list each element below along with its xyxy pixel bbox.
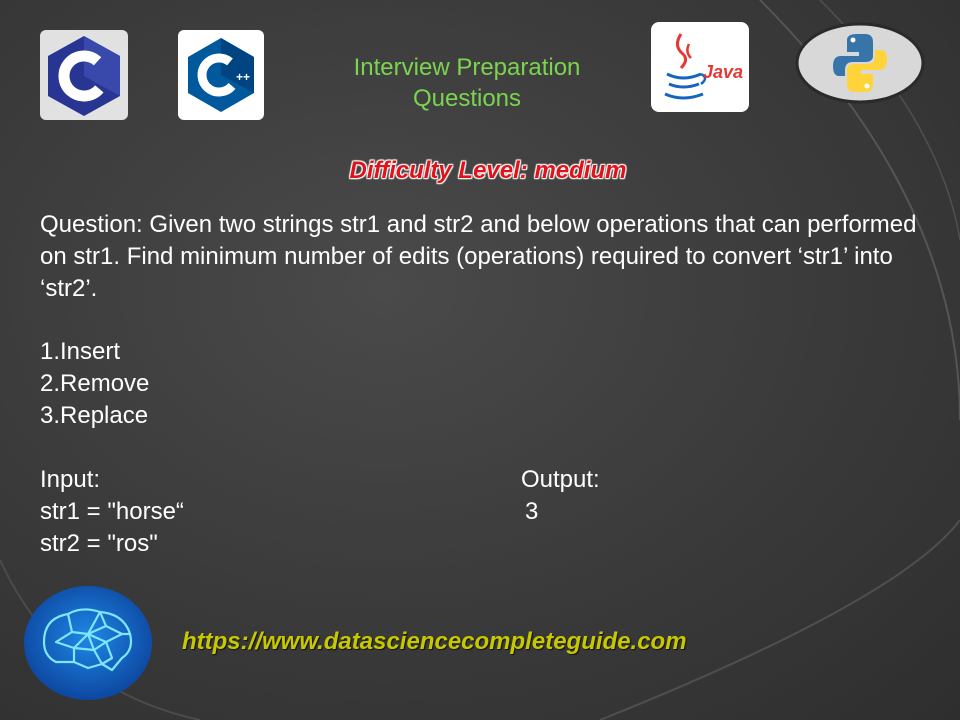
c-language-logo-icon — [40, 30, 128, 120]
difficulty-level: Difficulty Level: medium — [349, 157, 627, 184]
website-link[interactable]: https://www.datasciencecompleteguide.com — [182, 628, 752, 656]
java-logo-icon: Java — [651, 22, 749, 112]
input-str2: str2 = "ros" — [40, 530, 158, 557]
java-logo-text: Java — [703, 62, 743, 82]
operations-list: 1.Insert 2.Remove 3.Replace — [40, 336, 149, 432]
title-line-2: Questions — [412, 85, 522, 112]
slide: ++ Interview Preparation Questions Java … — [0, 0, 960, 720]
list-item: 3.Replace — [40, 402, 149, 429]
page-title: Interview Preparation Questions — [320, 52, 614, 114]
cpp-language-logo-icon: ++ — [178, 30, 264, 120]
svg-text:++: ++ — [236, 70, 250, 84]
input-label: Input: — [40, 466, 101, 493]
python-logo-icon — [795, 22, 925, 104]
list-item: 1.Insert — [40, 338, 121, 365]
title-line-1: Interview Preparation — [353, 54, 581, 81]
output-value: 3 — [525, 498, 539, 525]
input-str1: str1 = "horse“ — [40, 498, 184, 525]
brain-network-logo-icon — [24, 586, 152, 700]
output-label: Output: — [521, 466, 600, 493]
question-text: Question: Given two strings str1 and str… — [40, 211, 917, 302]
list-item: 2.Remove — [40, 370, 150, 397]
